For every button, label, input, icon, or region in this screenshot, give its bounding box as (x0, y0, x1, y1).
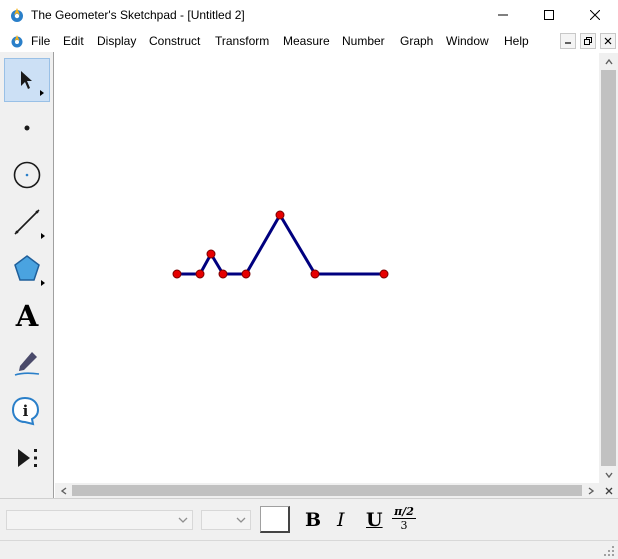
menu-transform[interactable]: Transform (215, 34, 269, 48)
sketch-point[interactable] (241, 269, 251, 279)
chevron-right-icon (588, 486, 594, 495)
close-icon (605, 487, 612, 494)
info-icon: i (11, 396, 40, 426)
math-numerator: π/2 (392, 505, 416, 519)
doc-close-button[interactable] (600, 33, 616, 49)
scroll-corner-close[interactable] (599, 483, 618, 498)
sketch-point[interactable] (218, 269, 228, 279)
title-bar: The Geometer's Sketchpad - [Untitled 2] (0, 0, 618, 30)
menu-help[interactable]: Help (504, 34, 529, 48)
status-bar (0, 540, 618, 559)
horizontal-scroll-thumb[interactable] (72, 485, 582, 496)
doc-restore-button[interactable] (580, 33, 596, 49)
resize-grip-icon[interactable] (603, 545, 615, 557)
horizontal-scrollbar[interactable] (55, 483, 599, 498)
underline-button[interactable]: U (366, 509, 383, 531)
doc-minimize-button[interactable] (560, 33, 576, 49)
chevron-down-icon (236, 517, 246, 523)
window-title: The Geometer's Sketchpad - [Untitled 2] (31, 8, 245, 22)
toolbox: A i (0, 52, 54, 498)
math-denominator: 3 (400, 519, 408, 532)
information-tool[interactable]: i (4, 389, 50, 433)
menu-bar: File Edit Display Construct Transform Me… (0, 30, 618, 52)
text-palette: B I U π/2 3 (0, 498, 618, 540)
polygon-icon (14, 255, 40, 281)
sketch-point[interactable] (379, 269, 389, 279)
italic-button[interactable]: I (337, 509, 345, 531)
font-family-select[interactable] (6, 510, 193, 530)
scroll-right-button[interactable] (584, 485, 597, 496)
math-format-button[interactable]: π/2 3 (392, 505, 416, 535)
bold-button[interactable]: B (305, 509, 321, 531)
document-icon[interactable] (9, 33, 25, 49)
scroll-down-button[interactable] (601, 468, 616, 481)
close-icon (604, 37, 612, 45)
maximize-button[interactable] (526, 0, 572, 30)
straightedge-tool[interactable] (4, 200, 50, 244)
chevron-up-icon (604, 58, 613, 64)
menu-edit[interactable]: Edit (63, 34, 84, 48)
sketch-point[interactable] (310, 269, 320, 279)
font-size-select[interactable] (201, 510, 251, 530)
menu-window[interactable]: Window (446, 34, 489, 48)
straightedge-icon (14, 209, 40, 235)
point-tool[interactable] (4, 106, 50, 150)
sketch-point[interactable] (172, 269, 182, 279)
chevron-down-icon (178, 517, 188, 523)
compass-tool[interactable] (4, 153, 50, 197)
close-icon (590, 10, 600, 20)
chevron-down-icon (604, 472, 613, 478)
arrow-pointer-icon (21, 71, 32, 89)
custom-tool-icon (18, 449, 37, 467)
maximize-icon (544, 10, 554, 20)
minimize-icon (498, 14, 508, 16)
polygon-tool[interactable] (4, 247, 50, 291)
menu-measure[interactable]: Measure (283, 34, 330, 48)
menu-construct[interactable]: Construct (149, 34, 200, 48)
text-color-swatch[interactable] (260, 506, 290, 533)
sketchpad-app-icon[interactable] (9, 7, 25, 23)
custom-tool[interactable] (4, 436, 50, 480)
menu-graph[interactable]: Graph (400, 34, 433, 48)
scroll-left-button[interactable] (57, 485, 70, 496)
restore-icon (584, 37, 592, 45)
segment-path[interactable] (177, 213, 384, 276)
point-icon (24, 125, 30, 131)
arrow-tool[interactable] (4, 58, 50, 102)
text-tool[interactable]: A (4, 294, 50, 338)
marker-tool[interactable] (4, 342, 50, 386)
tool-menu-indicator (40, 90, 44, 96)
svg-text:i: i (23, 402, 29, 420)
scroll-up-button[interactable] (601, 55, 616, 68)
sketch-point[interactable] (206, 249, 216, 259)
compass-icon (13, 161, 41, 189)
minimize-icon (565, 42, 571, 44)
sketch-canvas[interactable] (55, 53, 599, 483)
chevron-left-icon (60, 486, 66, 495)
marker-icon (14, 352, 40, 376)
minimize-button[interactable] (480, 0, 526, 30)
tool-menu-indicator (41, 280, 45, 286)
sketch-point[interactable] (275, 210, 285, 220)
menu-display[interactable]: Display (97, 34, 136, 48)
tool-menu-indicator (41, 233, 45, 239)
close-button[interactable] (572, 0, 618, 30)
vertical-scroll-thumb[interactable] (601, 70, 616, 466)
text-icon: A (15, 298, 39, 333)
menu-number[interactable]: Number (342, 34, 385, 48)
vertical-scrollbar[interactable] (599, 53, 618, 483)
sketch-point[interactable] (195, 269, 205, 279)
menu-file[interactable]: File (31, 34, 50, 48)
sketch-drawing (172, 210, 389, 279)
